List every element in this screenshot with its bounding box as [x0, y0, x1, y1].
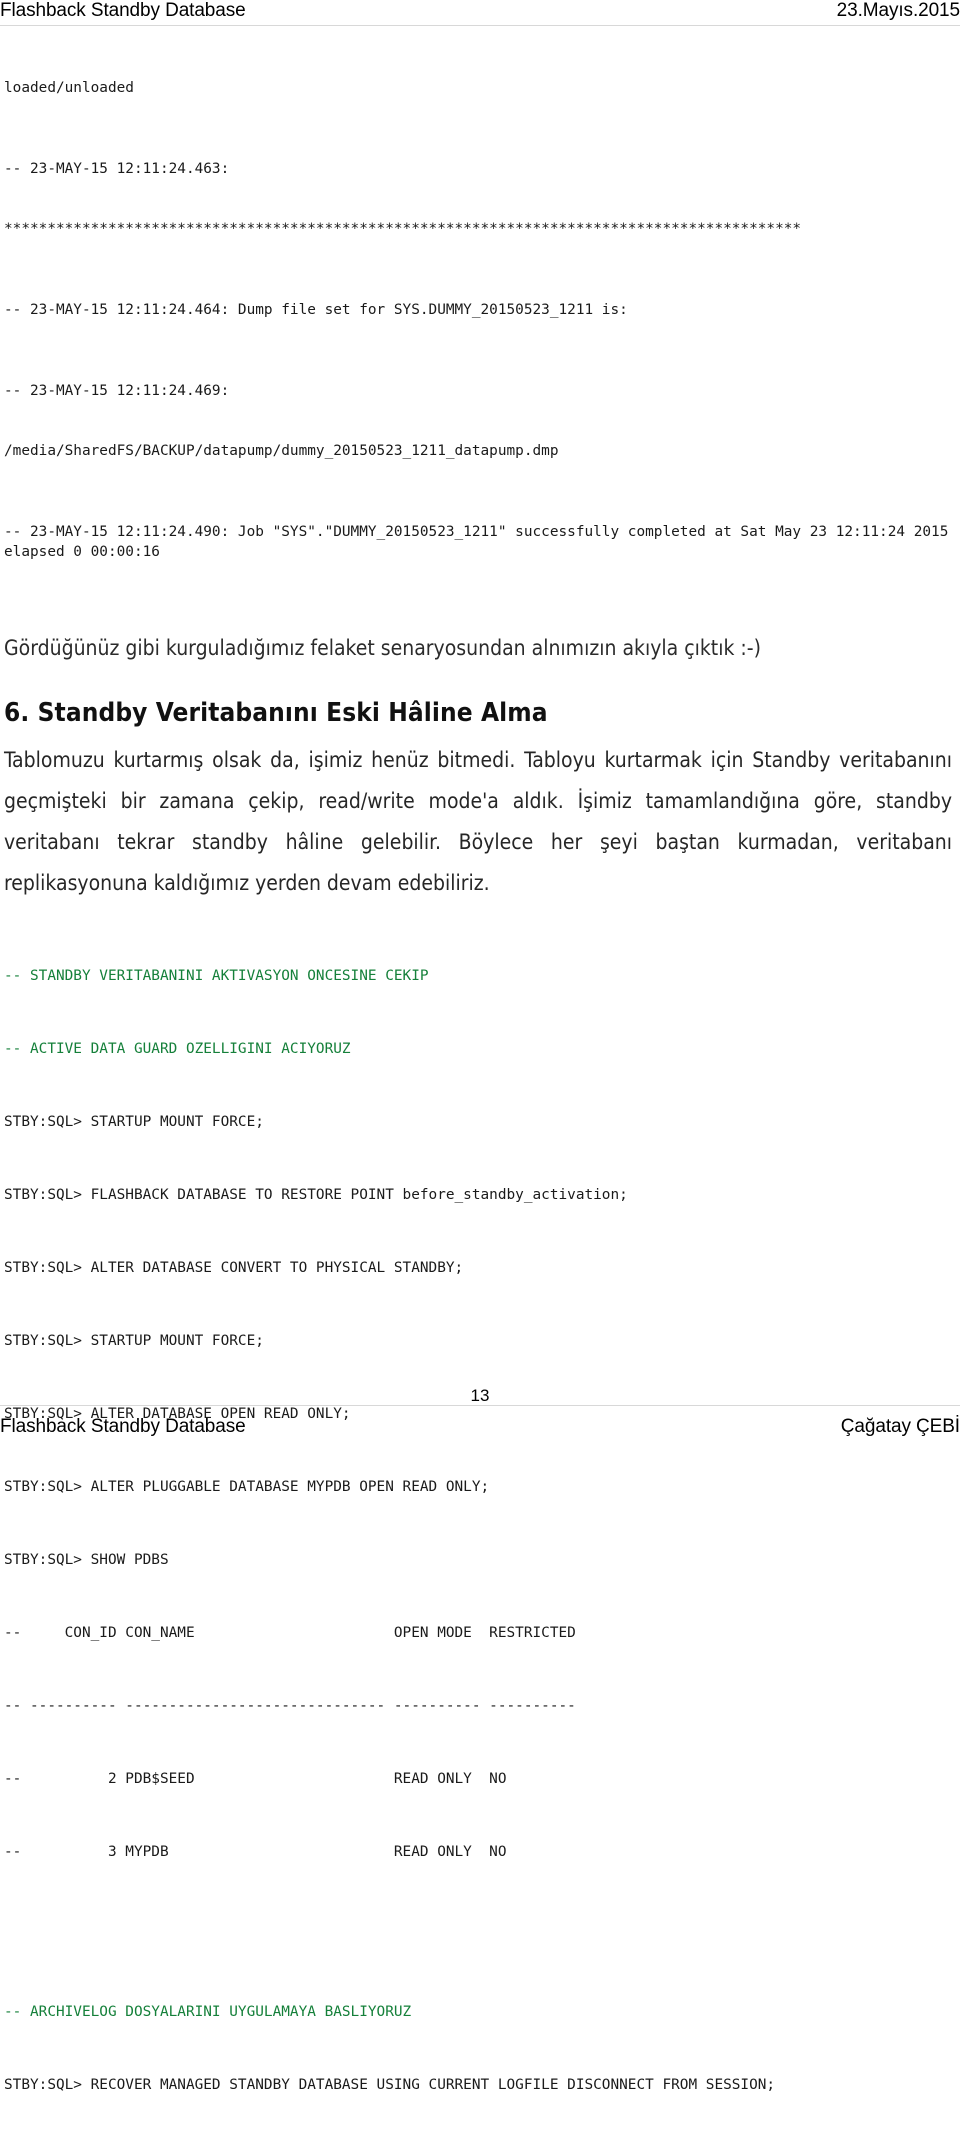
intro-paragraph: Gördüğünüz gibi kurguladığımız felaket s…	[4, 636, 761, 660]
footer-divider	[0, 1405, 960, 1406]
section-paragraph: Tablomuzu kurtarmış olsak da, işimiz hen…	[4, 748, 952, 895]
log-line-dump-file-path: /media/SharedFS/BACKUP/datapump/dummy_20…	[4, 443, 559, 459]
sql-line-flashback-database: STBY:SQL> FLASHBACK DATABASE TO RESTORE …	[4, 1187, 628, 1203]
log-line-timestamp-469: -- 23-MAY-15 12:11:24.469:	[4, 383, 230, 399]
sql-code-block: -- STANDBY VERITABANINI AKTIVASYON ONCES…	[4, 926, 952, 1902]
sql-comment-standby-cekip: -- STANDBY VERITABANINI AKTIVASYON ONCES…	[4, 968, 429, 984]
header-divider	[0, 25, 960, 26]
sql-line-startup-mount-force-2: STBY:SQL> STARTUP MOUNT FORCE;	[4, 1333, 264, 1349]
sql-code-block-tail: -- ARCHIVELOG DOSYALARINI UYGULAMAYA BAS…	[4, 1962, 952, 2135]
footer-document-title: Flashback Standby Database	[0, 1416, 246, 1437]
log-line-job-completed: -- 23-MAY-15 12:11:24.490: Job "SYS"."DU…	[4, 524, 958, 560]
sql-comment-active-data-guard: -- ACTIVE DATA GUARD OZELLIGINI ACIYORUZ	[4, 1041, 351, 1057]
header-date: 23.Mayıs.2015	[836, 0, 960, 21]
page-content: loaded/unloaded -- 23-MAY-15 12:11:24.46…	[4, 38, 952, 2135]
pdbs-table-row-pdbseed: -- 2 PDB$SEED READ ONLY NO	[4, 1771, 507, 1787]
log-line-loaded-unloaded: loaded/unloaded	[4, 80, 134, 96]
sql-line-startup-mount-force-1: STBY:SQL> STARTUP MOUNT FORCE;	[4, 1114, 264, 1130]
pdbs-table-header-row: -- CON_ID CON_NAME OPEN MODE RESTRICTED	[4, 1625, 576, 1641]
log-line-dump-file-set: -- 23-MAY-15 12:11:24.464: Dump file set…	[4, 302, 628, 318]
page-title: 6. Standby Veritabanını Eski Hâline Alma	[4, 698, 548, 728]
datapump-log-block: loaded/unloaded -- 23-MAY-15 12:11:24.46…	[4, 38, 952, 602]
sql-line-recover-managed-standby: STBY:SQL> RECOVER MANAGED STANDBY DATABA…	[4, 2077, 776, 2093]
document-page: Flashback Standby Database 23.Mayıs.2015…	[0, 0, 960, 2093]
sql-comment-archivelog: -- ARCHIVELOG DOSYALARINI UYGULAMAYA BAS…	[4, 2004, 412, 2020]
sql-line-convert-to-physical-standby: STBY:SQL> ALTER DATABASE CONVERT TO PHYS…	[4, 1260, 464, 1276]
page-number: 13	[470, 1386, 490, 1405]
running-footer: Flashback Standby Database Çağatay ÇEBİ	[0, 1416, 960, 1438]
footer-author: Çağatay ÇEBİ	[840, 1416, 960, 1437]
pdbs-table-row-mypdb: -- 3 MYPDB READ ONLY NO	[4, 1844, 507, 1860]
header-document-title: Flashback Standby Database	[0, 0, 246, 21]
log-line-asterisk-separator: ****************************************…	[4, 221, 802, 237]
pdbs-table-separator-row: -- ---------- --------------------------…	[4, 1698, 576, 1714]
log-line-timestamp-463: -- 23-MAY-15 12:11:24.463:	[4, 161, 230, 177]
sql-line-show-pdbs: STBY:SQL> SHOW PDBS	[4, 1552, 169, 1568]
running-header: Flashback Standby Database 23.Mayıs.2015	[0, 0, 960, 26]
sql-line-alter-pluggable-mypdb: STBY:SQL> ALTER PLUGGABLE DATABASE MYPDB…	[4, 1479, 490, 1495]
